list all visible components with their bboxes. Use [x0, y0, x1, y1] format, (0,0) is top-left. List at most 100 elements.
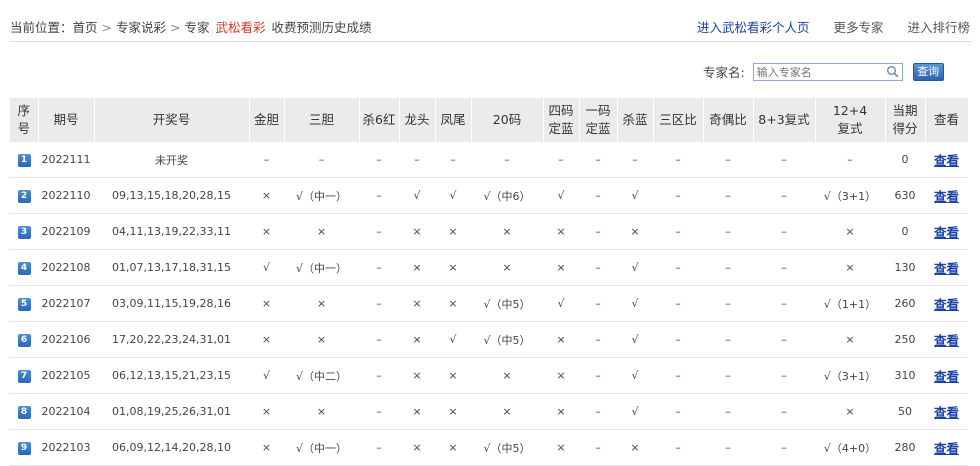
- breadcrumb-expert-talk-link[interactable]: 专家说彩: [116, 20, 166, 35]
- cell-jiou: –: [703, 249, 753, 286]
- ranking-link[interactable]: 进入排行榜: [907, 20, 970, 35]
- cell-sanqu: –: [653, 177, 703, 214]
- view-link[interactable]: 查看: [934, 405, 959, 420]
- cell-jiou: –: [703, 393, 753, 430]
- cell-score: 260: [885, 285, 925, 322]
- expert-name[interactable]: 武松看彩: [216, 20, 266, 35]
- cell-fengwei: ×: [435, 357, 471, 394]
- column-header: 杀蓝: [617, 98, 654, 142]
- cell-ma20: –: [471, 142, 543, 178]
- cell-score: 630: [885, 177, 925, 214]
- cell-jindan: ×: [249, 429, 284, 466]
- cell-sandan: –: [284, 142, 359, 178]
- cell-yima: –: [579, 357, 617, 394]
- cell-sima: ×: [543, 393, 579, 430]
- cell-fengwei: –: [435, 142, 471, 178]
- cell-sima: –: [543, 142, 579, 178]
- cell-f83: –: [753, 285, 815, 322]
- view-link[interactable]: 查看: [934, 297, 959, 312]
- view-cell: 查看: [925, 249, 968, 286]
- cell-jindan: ×: [249, 177, 284, 214]
- rank-badge-icon: 6: [17, 334, 31, 347]
- rank-badge-icon: 1: [17, 154, 31, 167]
- cell-sha6: –: [359, 177, 399, 214]
- cell-f83: –: [753, 142, 815, 178]
- column-header: 三区比: [653, 98, 704, 142]
- view-link[interactable]: 查看: [934, 225, 959, 240]
- cell-f124: ×: [815, 393, 885, 430]
- cell-shalan: √: [617, 177, 653, 214]
- expert-name-input[interactable]: [753, 64, 880, 80]
- cell-numbers: 03,09,11,15,19,28,16: [94, 285, 249, 322]
- cell-sandan: ×: [284, 393, 359, 430]
- column-header: 查看: [925, 98, 969, 142]
- cell-f124: –: [815, 142, 885, 178]
- cell-f124: ×: [815, 321, 885, 358]
- column-header: 序 号: [10, 98, 39, 142]
- cell-jindan: ×: [249, 393, 284, 430]
- breadcrumb-home-link[interactable]: 首页: [73, 20, 98, 35]
- cell-f83: –: [753, 429, 815, 466]
- cell-yima: –: [579, 177, 617, 214]
- cell-sha6: –: [359, 393, 399, 430]
- column-header: 金胆: [249, 98, 285, 142]
- view-link[interactable]: 查看: [934, 261, 959, 276]
- more-experts-link[interactable]: 更多专家: [833, 20, 883, 35]
- cell-jiou: –: [703, 213, 753, 250]
- cell-sima: √: [543, 285, 579, 322]
- view-link[interactable]: 查看: [934, 189, 959, 204]
- cell-f124: √（3+1）: [815, 177, 885, 214]
- cell-f83: –: [753, 321, 815, 358]
- cell-jiou: –: [703, 321, 753, 358]
- table-header: 序 号期号 开奖号 金胆 三胆 杀6红 龙头 凤尾 20码 四码 定蓝 一码 定蓝 杀蓝 三区比 奇偶比…: [10, 98, 969, 142]
- cell-sha6: –: [359, 321, 399, 358]
- rank-cell: 9: [10, 429, 38, 466]
- rank-badge-icon: 8: [17, 406, 31, 419]
- cell-sha6: –: [359, 249, 399, 286]
- cell-jindan: √: [249, 249, 284, 286]
- cell-jiou: –: [703, 142, 753, 178]
- column-header: 龙头: [399, 98, 436, 142]
- breadcrumb-expert-link[interactable]: 专家: [185, 20, 210, 35]
- cell-sandan: ×: [284, 213, 359, 250]
- table-row: 3 2022109 04,11,13,19,22,33,11 × × – × × × × – × – – –…: [10, 213, 968, 250]
- cell-numbers: 09,13,15,18,20,28,15: [94, 177, 249, 214]
- column-header: 凤尾: [435, 98, 472, 142]
- cell-sha6: –: [359, 213, 399, 250]
- view-link[interactable]: 查看: [934, 153, 959, 168]
- cell-score: 280: [885, 429, 925, 466]
- cell-issue: 2022107: [38, 285, 94, 322]
- cell-numbers: 未开奖: [94, 142, 249, 178]
- column-header: 20码: [471, 98, 544, 142]
- cell-yima: –: [579, 393, 617, 430]
- cell-fengwei: ×: [435, 393, 471, 430]
- cell-ma20: ×: [471, 213, 543, 250]
- search-button[interactable]: 查询: [912, 62, 944, 81]
- column-header: 当期 得分: [885, 98, 926, 142]
- rank-badge-icon: 5: [17, 298, 31, 311]
- cell-f83: –: [753, 357, 815, 394]
- cell-issue: 2022108: [38, 249, 94, 286]
- cell-ma20: ×: [471, 357, 543, 394]
- cell-f83: –: [753, 393, 815, 430]
- cell-numbers: 06,12,13,15,21,23,15: [94, 357, 249, 394]
- cell-yima: –: [579, 249, 617, 286]
- view-cell: 查看: [925, 357, 968, 394]
- breadcrumb-separator: >: [170, 20, 181, 35]
- cell-issue: 2022106: [38, 321, 94, 358]
- cell-sanqu: –: [653, 321, 703, 358]
- view-cell: 查看: [925, 393, 968, 430]
- view-link[interactable]: 查看: [934, 441, 959, 456]
- column-header: 期号: [38, 98, 95, 142]
- view-cell: 查看: [925, 213, 968, 250]
- personal-page-link[interactable]: 进入武松看彩个人页: [697, 20, 810, 35]
- view-link[interactable]: 查看: [934, 369, 959, 384]
- cell-score: 0: [885, 213, 925, 250]
- view-link[interactable]: 查看: [934, 333, 959, 348]
- cell-sandan: ×: [284, 321, 359, 358]
- table-row: 1 2022111 未开奖 – – – – – – – – – – – – –0 查看: [10, 142, 968, 178]
- cell-longtou: ×: [399, 429, 435, 466]
- search-icon[interactable]: [886, 65, 899, 78]
- cell-f83: –: [753, 177, 815, 214]
- cell-fengwei: ×: [435, 249, 471, 286]
